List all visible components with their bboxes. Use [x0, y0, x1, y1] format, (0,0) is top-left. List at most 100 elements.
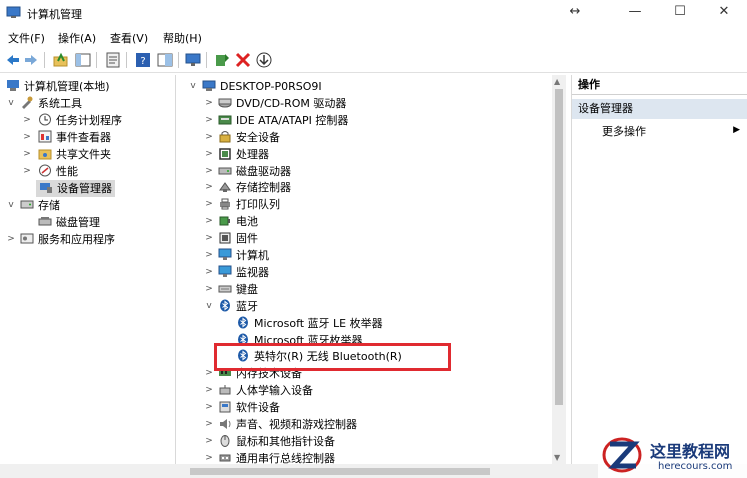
scroll-up-icon[interactable]: ▲: [554, 77, 560, 86]
expand-chevron-icon[interactable]: v: [188, 78, 198, 95]
expand-chevron-icon[interactable]: >: [204, 230, 214, 247]
expand-chevron-icon[interactable]: >: [204, 112, 214, 129]
dvd-icon: [218, 98, 232, 108]
expand-chevron-icon[interactable]: >: [204, 399, 214, 416]
show-hide-tree-icon[interactable]: [74, 51, 92, 69]
expand-chevron-icon[interactable]: >: [204, 281, 214, 298]
device-tree-item[interactable]: 存储控制器: [218, 179, 291, 196]
expand-chevron-icon[interactable]: >: [204, 196, 214, 213]
clock-icon: [39, 113, 51, 126]
properties-icon[interactable]: [104, 51, 122, 69]
services-icon: [20, 233, 34, 244]
scrollbar-thumb[interactable]: [555, 89, 563, 405]
close-button[interactable]: ✕: [701, 0, 747, 26]
device-tree-item[interactable]: 键盘: [218, 281, 258, 298]
expand-chevron-icon[interactable]: >: [204, 213, 214, 230]
battery-icon: [219, 216, 230, 226]
menu-help[interactable]: 帮助(H): [163, 30, 202, 46]
up-folder-icon[interactable]: [52, 51, 70, 69]
device-tree-item[interactable]: 监视器: [218, 264, 269, 281]
tree-task-scheduler[interactable]: 任务计划程序: [38, 112, 122, 129]
security-icon: [219, 130, 231, 143]
scan-hardware-icon[interactable]: [184, 51, 202, 69]
expand-chevron-icon[interactable]: >: [22, 146, 32, 163]
tools-icon: [22, 96, 33, 109]
minimize-button[interactable]: —: [612, 0, 658, 26]
resize-icon[interactable]: ↔: [552, 0, 598, 26]
forward-arrow-icon[interactable]: [22, 51, 40, 69]
expand-chevron-icon[interactable]: >: [204, 95, 214, 112]
expand-chevron-icon[interactable]: >: [204, 450, 214, 464]
device-tree-item[interactable]: Microsoft 蓝牙 LE 枚举器: [236, 315, 383, 332]
device-tree-item[interactable]: 安全设备: [218, 129, 280, 146]
tree-disk-management[interactable]: 磁盘管理: [38, 214, 100, 231]
tree-system-tools[interactable]: 系统工具: [20, 95, 82, 112]
expand-chevron-icon[interactable]: >: [22, 129, 32, 146]
device-tree-item[interactable]: DESKTOP-P0RSO9I: [202, 78, 322, 95]
expand-chevron-icon[interactable]: >: [204, 416, 214, 433]
device-tree-item[interactable]: 人体学输入设备: [218, 382, 313, 399]
help-icon[interactable]: ?: [134, 51, 152, 69]
watermark-logo-icon: [602, 437, 642, 473]
actions-pane: 操作 设备管理器 更多操作 ▶: [571, 75, 747, 464]
expand-chevron-icon[interactable]: >: [204, 365, 214, 382]
expand-chevron-icon[interactable]: >: [6, 231, 16, 248]
expand-chevron-icon[interactable]: >: [204, 433, 214, 450]
watermark: 这里教程网 herecours.com: [598, 432, 747, 478]
expand-chevron-icon[interactable]: v: [204, 298, 214, 315]
device-tree-item[interactable]: 通用串行总线控制器: [218, 450, 335, 464]
cpu-icon: [219, 147, 231, 160]
device-tree-pane: v DESKTOP-P0RSO9I > DVD/CD-ROM 驱动器 > IDE ATA/…: [182, 75, 565, 464]
more-actions-item[interactable]: 更多操作: [602, 123, 646, 141]
sound-icon: [220, 419, 231, 429]
expand-chevron-icon[interactable]: >: [204, 264, 214, 281]
computer-management-window: 计算机管理 ↔ — ☐ ✕ 文件(F) 操作(A) 查看(V) 帮助(H) ? …: [0, 0, 747, 478]
scroll-down-icon[interactable]: ▼: [554, 453, 560, 462]
device-tree-item[interactable]: 蓝牙: [218, 298, 258, 315]
expand-chevron-icon[interactable]: >: [22, 112, 32, 129]
tree-services-and-applications[interactable]: 服务和应用程序: [20, 231, 115, 248]
device-tree-item[interactable]: 电池: [218, 213, 258, 230]
device-tree-item[interactable]: 打印队列: [218, 196, 280, 213]
horizontal-scrollbar-thumb[interactable]: [190, 468, 490, 475]
device-tree-item[interactable]: 声音、视频和游戏控制器: [218, 416, 357, 433]
device-tree-item[interactable]: DVD/CD-ROM 驱动器: [218, 95, 346, 112]
expand-chevron-icon[interactable]: v: [6, 197, 16, 214]
tree-performance[interactable]: 性能: [38, 163, 78, 180]
download-circle-icon[interactable]: [255, 51, 273, 69]
menu-action[interactable]: 操作(A): [58, 30, 96, 46]
keyboard-icon: [218, 285, 232, 293]
device-tree-vertical-scrollbar[interactable]: ▲ ▼: [552, 75, 566, 464]
device-tree-item[interactable]: IDE ATA/ATAPI 控制器: [218, 112, 348, 129]
tree-storage[interactable]: 存储: [20, 197, 60, 214]
update-driver-icon[interactable]: [213, 51, 231, 69]
actions-device-manager[interactable]: 设备管理器: [572, 99, 747, 119]
expand-chevron-icon[interactable]: >: [204, 179, 214, 196]
device-tree-item[interactable]: 磁盘驱动器: [218, 163, 291, 180]
watermark-site-url: herecours.com: [658, 461, 733, 472]
tree-event-viewer[interactable]: 事件查看器: [38, 129, 111, 146]
device-tree-item[interactable]: 鼠标和其他指针设备: [218, 433, 335, 450]
tree-computer-management-local[interactable]: 计算机管理(本地): [6, 78, 110, 95]
toolbar: ?: [0, 48, 747, 73]
device-tree-item[interactable]: 固件: [218, 230, 258, 247]
expand-chevron-icon[interactable]: >: [204, 163, 214, 180]
device-manager-icon: [40, 183, 52, 193]
expand-chevron-icon[interactable]: >: [22, 163, 32, 180]
maximize-button[interactable]: ☐: [657, 0, 703, 26]
uninstall-red-x-icon[interactable]: [234, 51, 252, 69]
device-tree-item[interactable]: 处理器: [218, 146, 269, 163]
device-tree-item[interactable]: 软件设备: [218, 399, 280, 416]
back-arrow-icon[interactable]: [4, 51, 22, 69]
menu-file[interactable]: 文件(F): [8, 30, 45, 46]
expand-chevron-icon[interactable]: >: [204, 382, 214, 399]
expand-chevron-icon[interactable]: v: [6, 95, 16, 112]
tree-device-manager[interactable]: 设备管理器: [36, 180, 115, 197]
expand-chevron-icon[interactable]: >: [204, 146, 214, 163]
device-tree-item[interactable]: 计算机: [218, 247, 269, 264]
menu-view[interactable]: 查看(V): [110, 30, 148, 46]
tree-shared-folders[interactable]: 共享文件夹: [38, 146, 111, 163]
expand-chevron-icon[interactable]: >: [204, 247, 214, 264]
view-pane-icon[interactable]: [156, 51, 174, 69]
expand-chevron-icon[interactable]: >: [204, 129, 214, 146]
